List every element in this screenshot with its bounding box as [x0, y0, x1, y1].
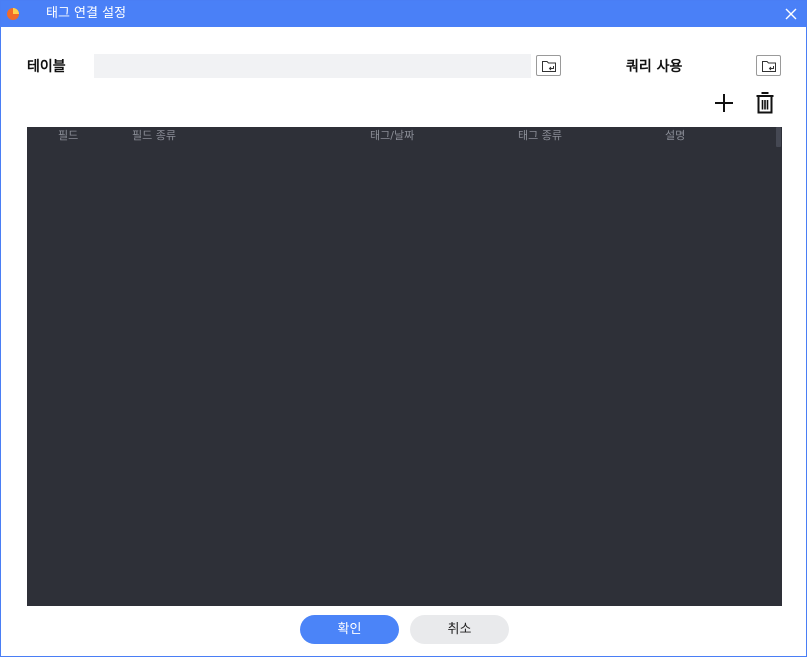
- title-bar: 태그 연결 설정: [1, 1, 806, 27]
- column-header-field[interactable]: 필드: [58, 129, 78, 143]
- grid-header: 필드 필드 종류 태그/날짜 태그 종류 설명: [27, 127, 775, 145]
- query-label: 쿼리 사용: [626, 59, 683, 75]
- cancel-button[interactable]: 취소: [410, 615, 509, 644]
- table-label: 테이블: [27, 59, 66, 75]
- table-browse-button[interactable]: [536, 55, 561, 76]
- tag-field-grid[interactable]: 필드 필드 종류 태그/날짜 태그 종류 설명: [27, 127, 782, 606]
- add-row-button[interactable]: [712, 91, 736, 115]
- grid-scrollbar[interactable]: [775, 127, 782, 606]
- tag-link-settings-dialog: 태그 연결 설정 테이블 쿼리 사용 필드 필드 종류 태그/날짜 태그 종류 …: [0, 0, 807, 657]
- query-browse-button[interactable]: [756, 55, 781, 76]
- confirm-button[interactable]: 확인: [300, 615, 399, 644]
- column-header-tag-date[interactable]: 태그/날짜: [370, 129, 414, 143]
- close-button[interactable]: [780, 3, 802, 25]
- column-header-tag-type[interactable]: 태그 종류: [518, 129, 562, 143]
- delete-row-button[interactable]: [753, 90, 777, 116]
- close-icon: [785, 8, 797, 20]
- plus-icon: [715, 94, 733, 112]
- column-header-field-type[interactable]: 필드 종류: [132, 129, 176, 143]
- folder-import-icon: [542, 61, 556, 72]
- folder-import-icon: [762, 61, 776, 72]
- table-input[interactable]: [94, 54, 531, 78]
- app-logo-icon: [5, 6, 21, 22]
- window-title: 태그 연결 설정: [46, 6, 127, 21]
- scrollbar-thumb[interactable]: [776, 127, 781, 147]
- trash-icon: [756, 92, 774, 114]
- column-header-description[interactable]: 설명: [665, 129, 685, 143]
